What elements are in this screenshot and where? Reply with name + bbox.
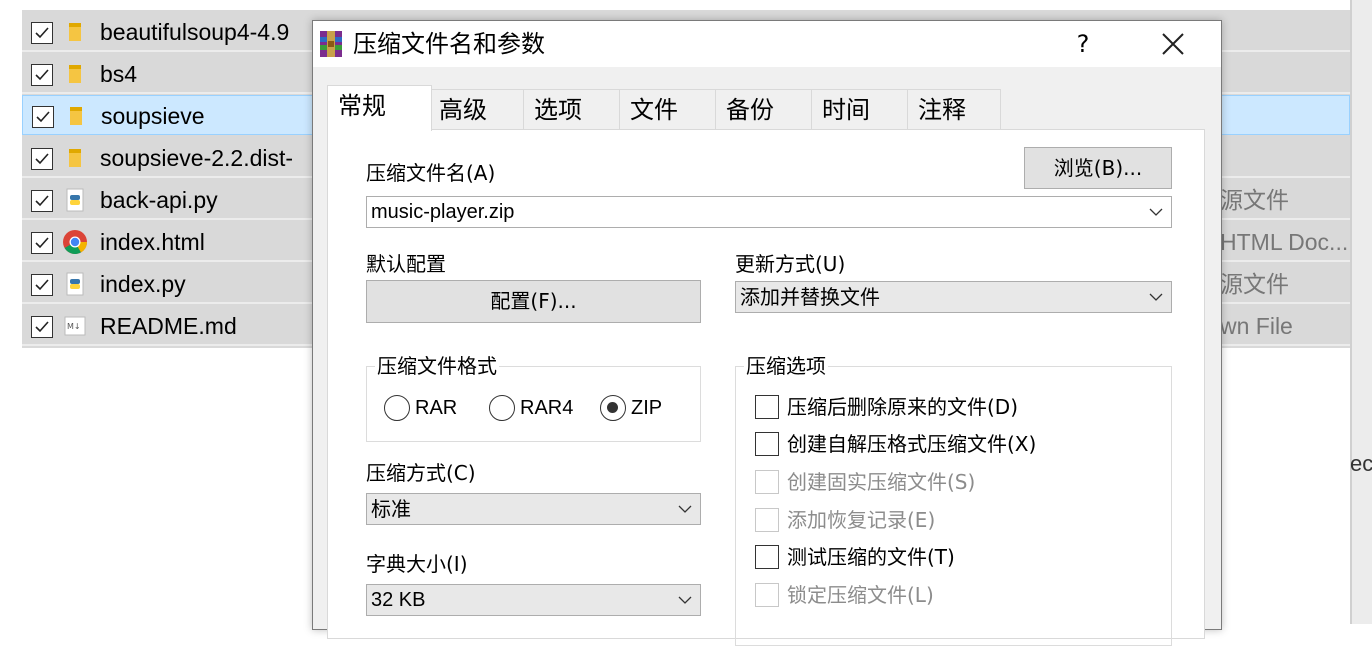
tab-files[interactable]: 文件	[619, 89, 716, 129]
compression-method-select[interactable]: 标准	[366, 493, 701, 525]
archive-dialog: 压缩文件名和参数 ? 常规 高级 选项 文件 备份 时间 注释 压缩文件名(A)…	[312, 20, 1222, 646]
row-checkbox[interactable]	[31, 274, 53, 296]
top-strip	[0, 0, 1372, 10]
solid-archive-label: 创建固实压缩文件(S)	[787, 470, 976, 494]
dictionary-size-label: 字典大小(I)	[366, 552, 468, 576]
row-checkbox[interactable]	[31, 232, 53, 254]
test-files-label: 测试压缩的文件(T)	[787, 545, 955, 569]
row-checkbox[interactable]	[31, 64, 53, 86]
archive-format-group-label: 压缩文件格式	[375, 353, 499, 379]
file-name: index.html	[100, 229, 205, 255]
row-checkbox[interactable]	[31, 22, 53, 44]
folder-icon	[64, 146, 86, 170]
python-file-icon	[64, 188, 86, 212]
file-name: soupsieve	[101, 103, 205, 129]
test-files-checkbox[interactable]	[755, 545, 779, 569]
file-name: soupsieve-2.2.dist-	[100, 145, 294, 171]
radio-rar4[interactable]	[489, 395, 515, 421]
tab-general[interactable]: 常规	[327, 85, 432, 131]
dictionary-size-value: 32 KB	[371, 589, 426, 611]
archive-name-value: music-player.zip	[371, 201, 515, 223]
file-name: beautifulsoup4-4.9	[100, 19, 290, 45]
profiles-button[interactable]: 配置(F)...	[366, 280, 701, 323]
recovery-record-checkbox[interactable]	[755, 508, 779, 532]
delete-after-checkbox[interactable]	[755, 395, 779, 419]
browse-button[interactable]: 浏览(B)...	[1024, 147, 1172, 189]
file-type: HTML Doc...	[1220, 229, 1349, 255]
close-button[interactable]	[1151, 27, 1195, 61]
radio-rar4-label: RAR4	[520, 397, 574, 419]
lock-archive-label: 锁定压缩文件(L)	[787, 583, 934, 607]
solid-archive-checkbox[interactable]	[755, 470, 779, 494]
folder-icon	[65, 104, 87, 128]
delete-after-label: 压缩后删除原来的文件(D)	[787, 395, 1019, 419]
update-mode-value: 添加并替换文件	[740, 285, 880, 309]
tab-backup[interactable]: 备份	[715, 89, 812, 129]
folder-icon	[64, 20, 86, 44]
tab-comment[interactable]: 注释	[907, 89, 1001, 129]
close-icon	[1162, 33, 1184, 55]
archive-format-group: 压缩文件格式 RAR RAR4 ZIP	[366, 353, 701, 442]
file-name: bs4	[100, 61, 138, 87]
archive-name-label: 压缩文件名(A)	[366, 161, 496, 185]
radio-zip[interactable]	[600, 395, 626, 421]
chrome-icon	[63, 230, 87, 255]
lock-archive-checkbox[interactable]	[755, 583, 779, 607]
file-type: 源文件	[1220, 271, 1289, 297]
default-profile-label: 默认配置	[366, 252, 446, 276]
radio-rar[interactable]	[384, 395, 410, 421]
python-file-icon	[64, 272, 86, 296]
chevron-down-icon	[1149, 293, 1163, 301]
tab-panel-general: 压缩文件名(A) 浏览(B)... music-player.zip 默认配置 …	[327, 129, 1205, 646]
tab-options[interactable]: 选项	[523, 89, 620, 129]
right-edge-text: ec	[1350, 451, 1372, 476]
update-mode-label: 更新方式(U)	[735, 252, 846, 276]
row-checkbox[interactable]	[31, 316, 53, 338]
dialog-title: 压缩文件名和参数	[353, 30, 545, 58]
folder-icon	[64, 62, 86, 86]
chevron-down-icon	[678, 505, 692, 513]
compression-method-label: 压缩方式(C)	[366, 461, 476, 485]
svg-text:M↓: M↓	[67, 322, 81, 331]
radio-zip-label: ZIP	[631, 397, 663, 419]
file-name: back-api.py	[100, 187, 218, 213]
title-bar[interactable]: 压缩文件名和参数 ?	[313, 21, 1221, 67]
radio-rar-label: RAR	[415, 397, 458, 419]
chevron-down-icon	[678, 596, 692, 604]
markdown-file-icon: M↓	[64, 314, 86, 338]
row-checkbox[interactable]	[31, 148, 53, 170]
archive-name-input[interactable]: music-player.zip	[366, 196, 1172, 228]
archive-options-group: 压缩选项 压缩后删除原来的文件(D) 创建自解压格式压缩文件(X) 创建固实压缩…	[735, 353, 1172, 646]
file-name: README.md	[100, 313, 237, 339]
tab-advanced[interactable]: 高级	[428, 89, 525, 129]
row-checkbox[interactable]	[31, 190, 53, 212]
winrar-icon	[317, 29, 347, 59]
scrollbar[interactable]	[1350, 0, 1372, 624]
recovery-record-label: 添加恢复记录(E)	[787, 508, 936, 532]
file-type: 源文件	[1220, 187, 1289, 213]
sfx-checkbox[interactable]	[755, 432, 779, 456]
row-checkbox[interactable]	[32, 106, 54, 128]
sfx-label: 创建自解压格式压缩文件(X)	[787, 432, 1037, 456]
file-name: index.py	[100, 271, 186, 297]
help-button[interactable]: ?	[1061, 27, 1105, 61]
update-mode-select[interactable]: 添加并替换文件	[735, 281, 1172, 313]
dialog-client-area: 常规 高级 选项 文件 备份 时间 注释 压缩文件名(A) 浏览(B)... m…	[313, 67, 1221, 646]
tab-time[interactable]: 时间	[811, 89, 908, 129]
chevron-down-icon[interactable]	[1149, 208, 1163, 216]
archive-options-group-label: 压缩选项	[744, 353, 828, 379]
dictionary-size-select[interactable]: 32 KB	[366, 584, 701, 616]
file-type: wn File	[1220, 313, 1293, 339]
compression-method-value: 标准	[371, 497, 411, 521]
